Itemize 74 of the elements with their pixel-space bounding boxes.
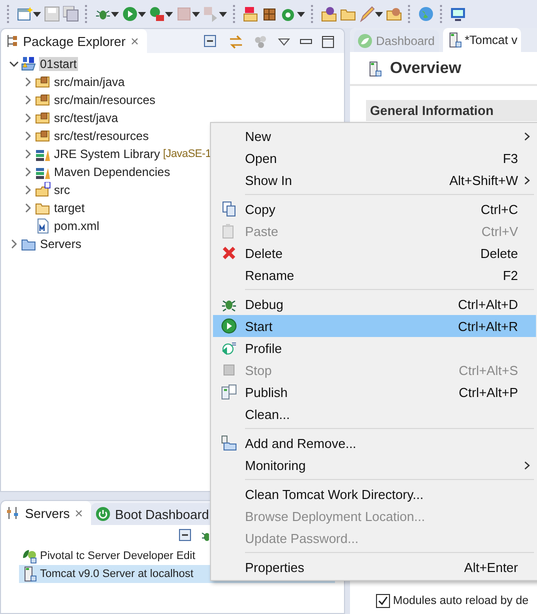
source-folder-icon (35, 182, 51, 198)
view-menu-icon[interactable] (278, 38, 290, 46)
menu-item[interactable]: Open F3 (213, 147, 536, 169)
menu-item[interactable]: Show In Alt+Shift+W (213, 169, 536, 191)
collapse-all-icon[interactable] (179, 529, 193, 543)
new-icon[interactable] (17, 6, 33, 22)
publish-icon (221, 384, 237, 400)
run-icon (221, 318, 237, 334)
dropdown-caret-icon[interactable] (138, 12, 146, 16)
dropdown-caret-icon[interactable] (297, 12, 305, 16)
run-server-icon[interactable] (149, 6, 165, 22)
menu-item[interactable]: Rename F2 (213, 264, 536, 286)
power-icon (96, 507, 110, 521)
menu-item[interactable]: Copy Ctrl+C (213, 198, 536, 220)
dropdown-caret-icon[interactable] (192, 12, 200, 16)
minimize-icon[interactable] (300, 39, 312, 45)
hierarchy-icon (6, 34, 18, 48)
project-icon (21, 56, 37, 72)
dropdown-caret-icon[interactable] (219, 12, 227, 16)
menu-item[interactable]: Clean Tomcat Work Directory... (213, 483, 536, 505)
close-button[interactable]: × (130, 33, 139, 49)
copy-icon (221, 201, 237, 217)
menu-item[interactable]: Profile (213, 337, 536, 359)
dropdown-caret-icon[interactable] (165, 12, 173, 16)
leaf-icon (21, 548, 37, 564)
section-header: General Information (366, 100, 537, 121)
tree-item[interactable]: src/test/resources (53, 129, 150, 143)
menu-item[interactable]: Start Ctrl+Alt+R (213, 315, 536, 337)
tree-item[interactable]: Servers (39, 237, 82, 251)
dropdown-caret-icon[interactable] (111, 12, 119, 16)
package-folder-icon (35, 92, 51, 108)
package-icon[interactable] (262, 6, 278, 22)
leaf-icon (357, 33, 373, 49)
package-folder-icon (35, 110, 51, 126)
profile-icon (221, 340, 237, 356)
tree-item-decoration: [JavaSE-1 (163, 148, 212, 160)
tree-item[interactable]: src (53, 183, 71, 197)
menu-item[interactable]: Clean... (213, 403, 536, 425)
menu-item[interactable]: Add and Remove... (213, 432, 536, 454)
link-icon[interactable] (228, 35, 244, 49)
tree-item[interactable]: target (53, 201, 86, 215)
tree-item[interactable]: 01start (39, 57, 78, 71)
tree-item[interactable]: JRE System Library (53, 147, 162, 161)
checkbox[interactable] (376, 594, 390, 608)
package-explorer-tab[interactable]: Package Explorer × (1, 29, 147, 53)
tree-item[interactable]: src/test/java (53, 111, 120, 125)
checkbox-label: Modules auto reload by de (393, 595, 529, 607)
view-tab[interactable]: Servers × (1, 501, 91, 525)
maximize-icon[interactable] (322, 36, 334, 48)
monitor-icon[interactable] (450, 6, 466, 22)
servers-icon (6, 506, 20, 520)
tree-item[interactable]: src/main/resources (53, 93, 156, 107)
dropdown-caret-icon[interactable] (375, 12, 383, 16)
menu-item[interactable]: Publish Ctrl+Alt+P (213, 381, 536, 403)
close-button[interactable]: × (74, 505, 83, 521)
editor-tab[interactable]: *Tomcat v (442, 28, 522, 52)
menu-item[interactable]: New (213, 125, 536, 147)
stop-icon (221, 362, 237, 378)
package-folder-icon (35, 74, 51, 90)
package-folder-icon (35, 128, 51, 144)
tree-item[interactable]: Maven Dependencies (53, 165, 172, 179)
server-folder-icon (221, 435, 237, 451)
tree-item[interactable]: pom.xml (53, 219, 100, 233)
menu-item[interactable]: Delete Delete (213, 242, 536, 264)
dropdown-caret-icon[interactable] (33, 12, 41, 16)
delete-icon (221, 245, 237, 261)
menu-item[interactable]: Monitoring (213, 454, 536, 476)
menu-item[interactable]: Debug Ctrl+Alt+D (213, 293, 536, 315)
xml-file-icon (35, 218, 51, 234)
globe-icon[interactable] (418, 6, 434, 22)
overview-title: Overview (390, 60, 462, 78)
tree-item[interactable]: src/main/java (53, 75, 126, 89)
save-all-icon[interactable] (63, 6, 79, 22)
collapse-all-icon[interactable] (204, 35, 218, 49)
